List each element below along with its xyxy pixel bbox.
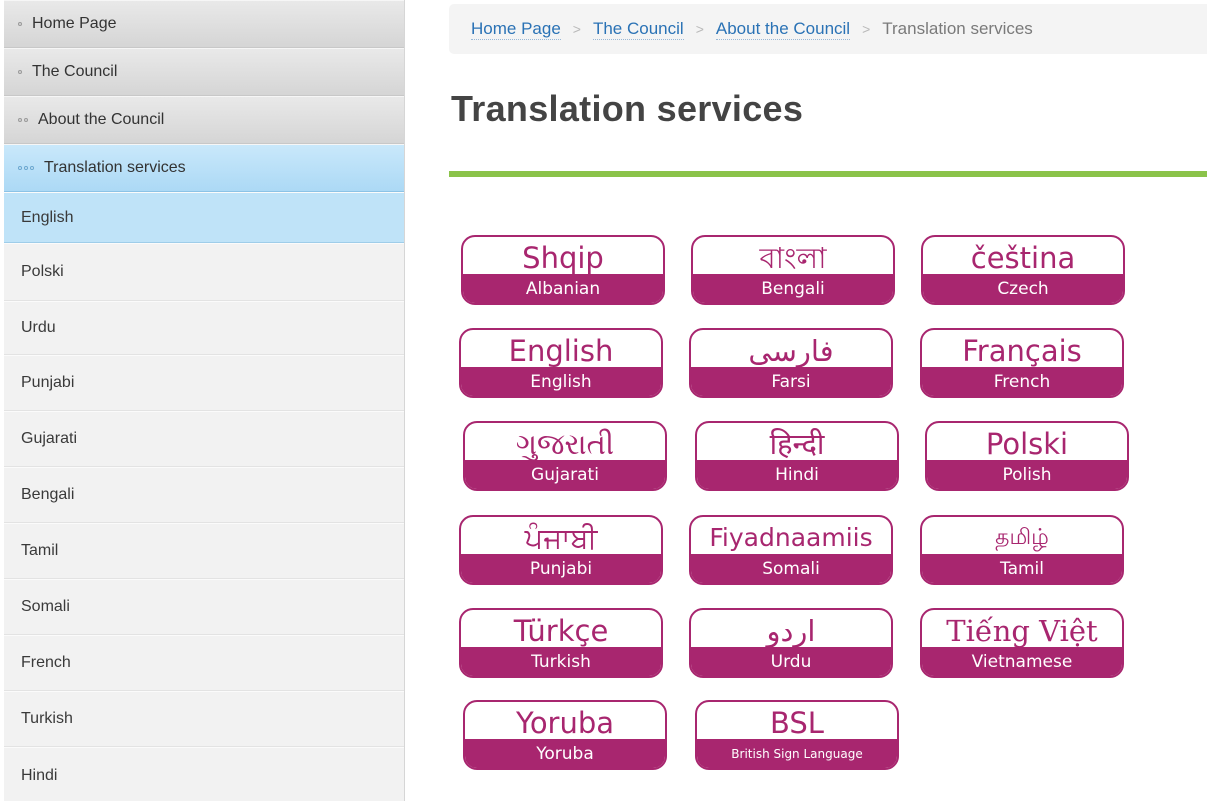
breadcrumb-current: Translation services [882,19,1033,38]
lang-button-bengali[interactable]: বাংলা Bengali [691,235,895,305]
sidebar-lang-polski[interactable]: Polski [4,243,404,301]
sidebar-lang-label: Turkish [21,710,73,727]
sidebar-lang-turkish[interactable]: Turkish [4,691,404,747]
lang-native-name: فارسی [748,334,834,368]
breadcrumb-separator: > [572,21,581,37]
lang-native-name: Polski [985,427,1069,461]
sidebar-lang-french[interactable]: French [4,635,404,691]
lang-native-name: ਪੰਜਾਬੀ [524,521,598,555]
lang-native-name: Türkçe [513,614,609,648]
breadcrumb-link-about[interactable]: About the Council [715,19,851,40]
lang-english-name: Urdu [691,647,891,676]
breadcrumb-link-council[interactable]: The Council [592,19,684,40]
breadcrumb-link-home[interactable]: Home Page [471,19,561,40]
lang-button-albanian[interactable]: Shqip Albanian [461,235,665,305]
breadcrumb-separator: > [862,21,871,37]
sidebar-lang-urdu[interactable]: Urdu [4,301,404,355]
lang-native-name: čeština [970,241,1076,275]
lang-english-name: Vietnamese [922,647,1122,676]
sidebar-lang-label: Urdu [21,319,56,336]
lang-button-farsi[interactable]: فارسی Farsi [689,328,893,398]
sidebar-lang-label: Gujarati [21,430,78,447]
lang-native-name: ગુજરાતી [515,427,615,461]
lang-button-turkish[interactable]: Türkçe Turkish [459,608,663,678]
lang-english-name: Farsi [691,367,891,396]
lang-english-name: Somali [691,554,891,583]
title-divider [449,171,1207,177]
lang-english-name: Tamil [922,554,1122,583]
sidebar-nav-council[interactable]: The Council [4,48,404,96]
lang-button-vietnamese[interactable]: Tiếng Việt Vietnamese [920,608,1124,678]
sidebar-nav-label: The Council [32,63,118,80]
sidebar-lang-label: Bengali [21,486,75,503]
lang-button-english[interactable]: English English [459,328,663,398]
lang-english-name: Turkish [461,647,661,676]
sidebar-lang-label: French [21,654,71,671]
lang-button-hindi[interactable]: हिन्दी Hindi [695,421,899,491]
lang-native-name: বাংলা [759,241,827,275]
sidebar-nav-home[interactable]: Home Page [4,0,404,48]
lang-button-tamil[interactable]: தமிழ் Tamil [920,515,1124,585]
lang-button-somali[interactable]: Fiyadnaamiis Somali [689,515,893,585]
lang-native-name: BSL [770,706,824,740]
sidebar-lang-tamil[interactable]: Tamil [4,523,404,579]
sidebar-lang-somali[interactable]: Somali [4,579,404,635]
level-dots-icon [18,118,28,122]
lang-native-name: Fiyadnaamiis [709,523,873,552]
sidebar-lang-label: Punjabi [21,374,75,391]
sidebar-lang-label: Tamil [21,542,59,559]
level-dots-icon [18,166,34,170]
lang-english-name: Albanian [463,274,663,303]
sidebar-lang-label: English [21,208,74,226]
sidebar: Home Page The Council About the Council … [4,0,405,801]
sidebar-nav-label: Translation services [44,159,186,176]
lang-english-name: Yoruba [465,739,665,768]
lang-native-name: Tiếng Việt [946,614,1098,648]
breadcrumb-separator: > [695,21,704,37]
level-dots-icon [18,70,22,74]
lang-native-name: தமிழ் [995,525,1049,550]
lang-english-name: British Sign Language [697,739,897,768]
level-dots-icon [18,22,22,26]
lang-english-name: English [461,367,661,396]
lang-english-name: Punjabi [461,554,661,583]
sidebar-lang-gujarati[interactable]: Gujarati [4,411,404,467]
lang-native-name: Français [962,334,1082,368]
sidebar-nav-about[interactable]: About the Council [4,96,404,144]
sidebar-lang-punjabi[interactable]: Punjabi [4,355,404,411]
lang-button-polish[interactable]: Polski Polish [925,421,1129,491]
lang-english-name: Polish [927,460,1127,489]
lang-english-name: Czech [923,274,1123,303]
sidebar-lang-label: Polski [21,263,64,280]
lang-english-name: Hindi [697,460,897,489]
sidebar-lang-label: Hindi [21,767,58,784]
lang-native-name: اردو [766,614,816,648]
lang-native-name: हिन्दी [769,427,825,461]
lang-native-name: Yoruba [515,706,615,740]
lang-button-gujarati[interactable]: ગુજરાતી Gujarati [463,421,667,491]
lang-button-urdu[interactable]: اردو Urdu [689,608,893,678]
lang-english-name: Bengali [693,274,893,303]
sidebar-lang-label: Somali [21,598,70,615]
sidebar-nav-label: About the Council [38,111,165,128]
breadcrumb: Home Page > The Council > About the Coun… [449,4,1207,54]
sidebar-lang-hindi[interactable]: Hindi [4,747,404,801]
lang-native-name: Shqip [522,241,604,275]
sidebar-lang-bengali[interactable]: Bengali [4,467,404,523]
sidebar-nav-translation[interactable]: Translation services [4,144,404,192]
lang-button-czech[interactable]: čeština Czech [921,235,1125,305]
lang-button-yoruba[interactable]: Yoruba Yoruba [463,700,667,770]
lang-english-name: Gujarati [465,460,665,489]
page-title: Translation services [451,88,804,129]
lang-button-punjabi[interactable]: ਪੰਜਾਬੀ Punjabi [459,515,663,585]
lang-button-bsl[interactable]: BSL British Sign Language [695,700,899,770]
lang-button-french[interactable]: Français French [920,328,1124,398]
lang-english-name: French [922,367,1122,396]
sidebar-lang-english[interactable]: English [4,192,404,243]
sidebar-nav-label: Home Page [32,15,117,32]
lang-native-name: English [508,334,614,368]
